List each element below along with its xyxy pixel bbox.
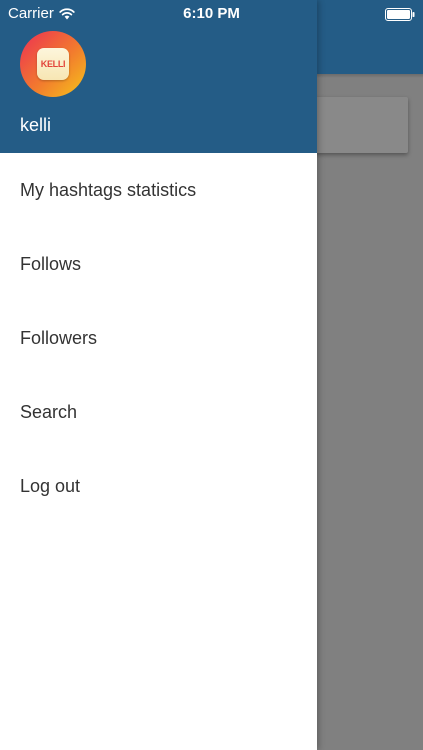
status-time: 6:10 PM: [183, 5, 240, 22]
menu-item-follows[interactable]: Follows: [0, 227, 317, 301]
menu-item-followers[interactable]: Followers: [0, 301, 317, 375]
menu-item-log-out[interactable]: Log out: [0, 449, 317, 523]
battery-icon: [385, 8, 415, 21]
avatar: KELLI: [20, 31, 86, 97]
navigation-drawer: KELLI kelli My hashtags statistics Follo…: [0, 0, 317, 750]
username: kelli: [20, 115, 52, 135]
drawer-menu: My hashtags statistics Follows Followers…: [0, 153, 317, 523]
menu-item-hashtag-statistics[interactable]: My hashtags statistics: [0, 153, 317, 227]
status-bar: Carrier 6:10 PM: [0, 0, 423, 28]
app-logo-icon: KELLI: [37, 48, 69, 80]
menu-item-search[interactable]: Search: [0, 375, 317, 449]
